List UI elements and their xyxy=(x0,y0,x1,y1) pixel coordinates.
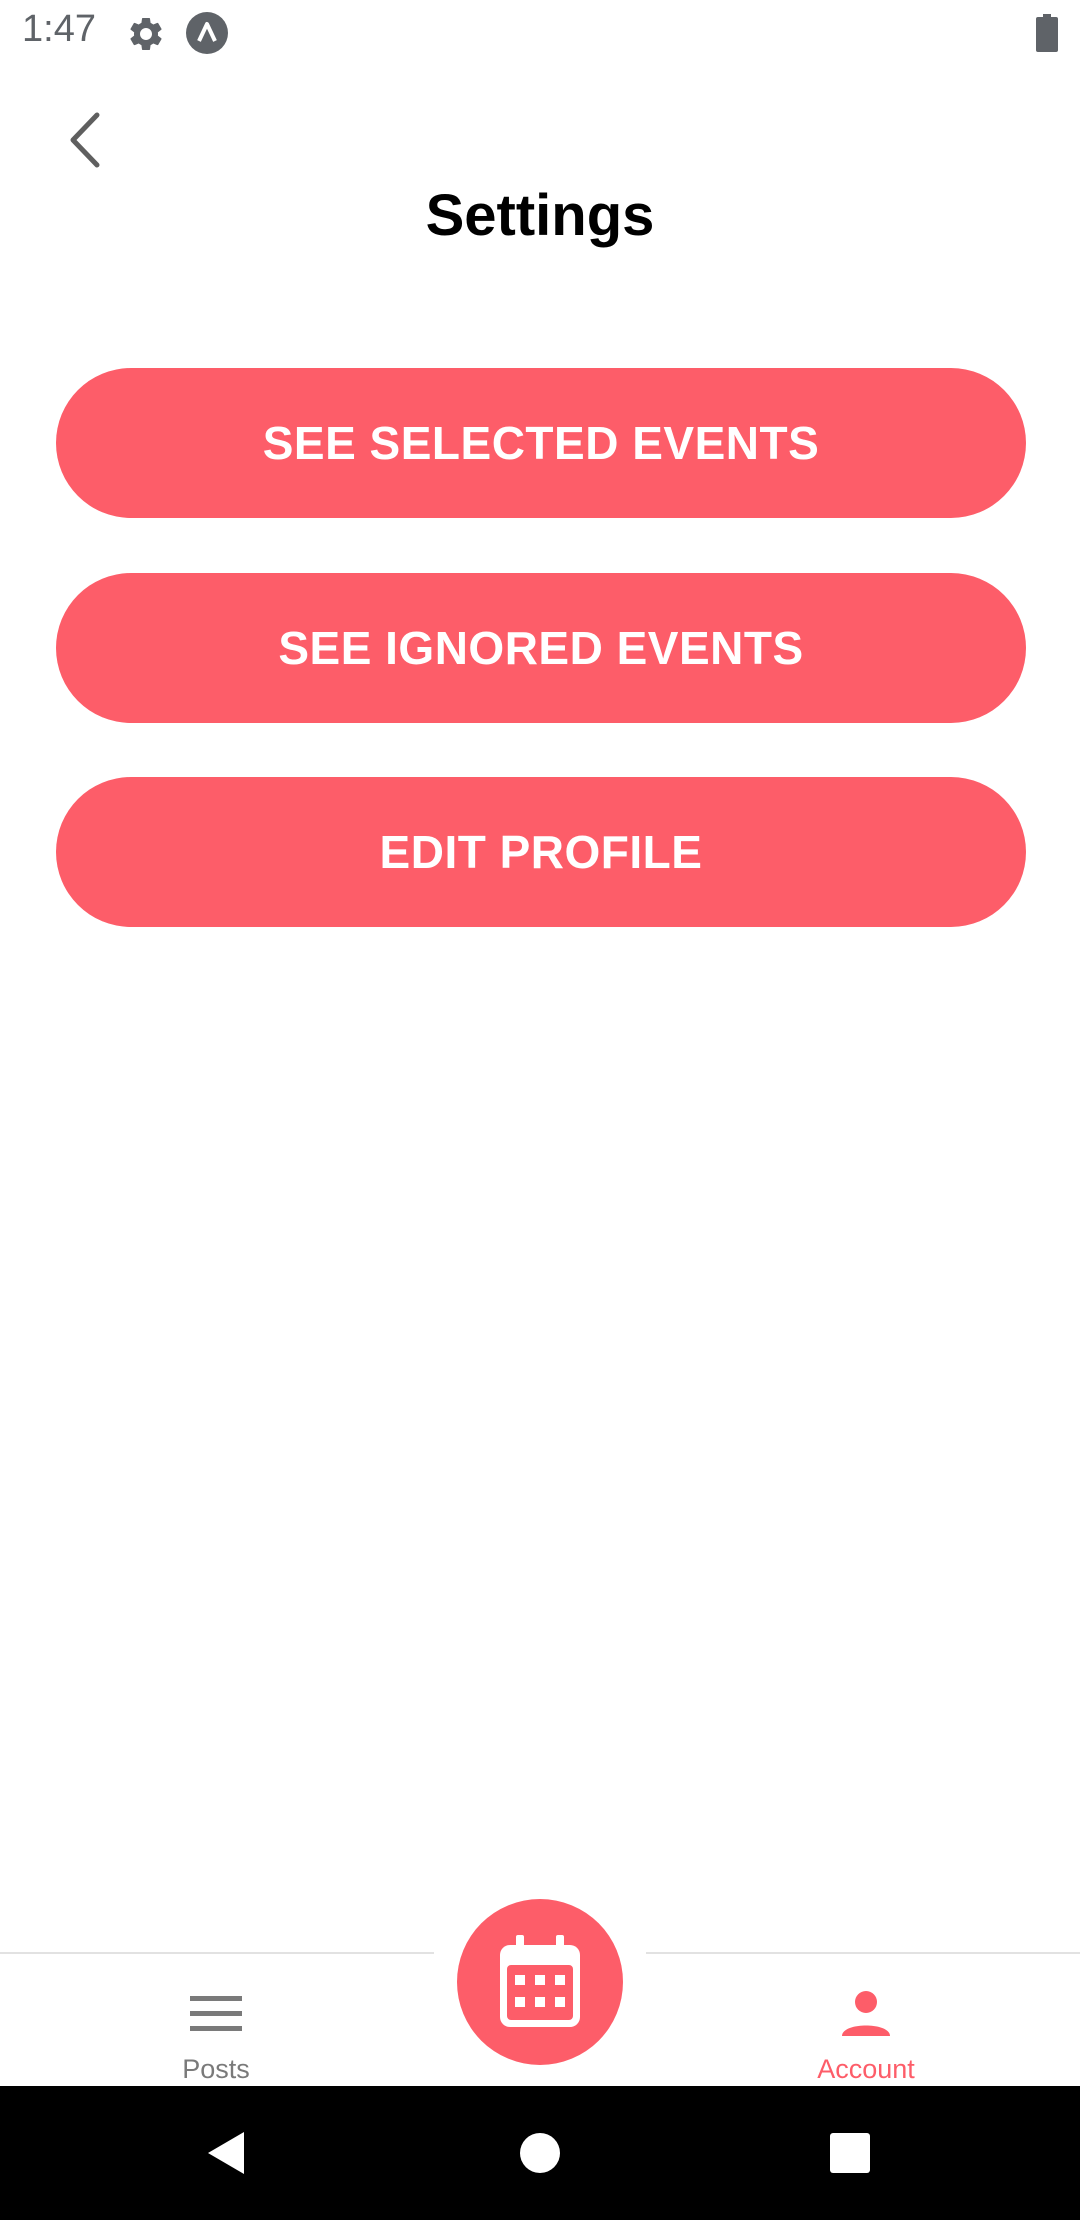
menu-icon xyxy=(190,1996,242,2031)
gear-icon xyxy=(130,17,162,50)
calendar-fab[interactable] xyxy=(457,1899,623,2065)
nav-item-account[interactable]: Account xyxy=(756,1954,976,2088)
recents-square-icon xyxy=(830,2133,870,2173)
back-button[interactable] xyxy=(50,100,120,180)
status-bar: 1:47 xyxy=(0,0,1080,66)
edit-profile-button[interactable]: EDIT PROFILE xyxy=(56,777,1026,927)
see-ignored-events-button[interactable]: SEE IGNORED EVENTS xyxy=(56,573,1026,723)
calendar-icon xyxy=(500,1935,580,2027)
page-title: Settings xyxy=(425,183,655,248)
chevron-left-icon xyxy=(70,112,100,168)
system-recents-button[interactable] xyxy=(815,2118,885,2188)
battery-icon xyxy=(1036,14,1058,52)
system-home-button[interactable] xyxy=(505,2118,575,2188)
see-selected-events-button[interactable]: SEE SELECTED EVENTS xyxy=(56,368,1026,518)
person-icon xyxy=(842,1991,890,2036)
home-circle-icon xyxy=(520,2133,560,2173)
back-triangle-icon xyxy=(208,2132,244,2174)
nav-label-account: Account xyxy=(817,2054,915,2084)
nav-item-posts[interactable]: Posts xyxy=(106,1954,326,2088)
system-back-button[interactable] xyxy=(190,2118,260,2188)
settings-screen: 1:47 Settings SEE SELECTED EVENTS SEE IG… xyxy=(0,0,1080,2220)
app-notification-icon xyxy=(186,12,228,54)
nav-label-posts: Posts xyxy=(182,2054,250,2084)
status-time: 1:47 xyxy=(22,8,96,50)
system-navigation-bar xyxy=(0,2086,1080,2220)
